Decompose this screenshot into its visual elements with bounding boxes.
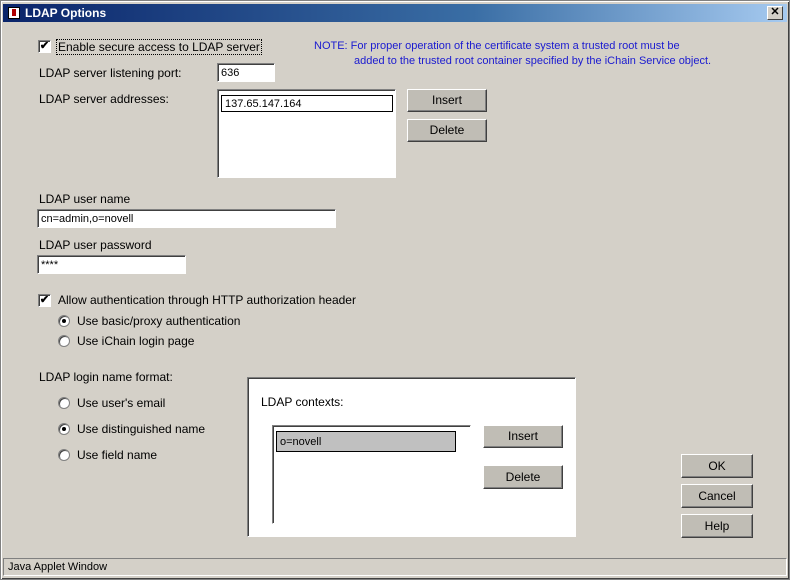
contexts-label: LDAP contexts: bbox=[261, 395, 344, 409]
addresses-list[interactable]: 137.65.147.164 bbox=[217, 89, 396, 178]
radio-basic-proxy[interactable] bbox=[58, 315, 70, 327]
window-title: LDAP Options bbox=[25, 6, 107, 20]
list-item[interactable]: 137.65.147.164 bbox=[221, 95, 393, 112]
list-item[interactable]: o=novell bbox=[276, 431, 456, 452]
radio-user-email[interactable] bbox=[58, 397, 70, 409]
http-auth-label[interactable]: Allow authentication through HTTP author… bbox=[58, 293, 356, 307]
cancel-button[interactable]: Cancel bbox=[681, 484, 753, 508]
secure-access-checkbox[interactable]: ✔ bbox=[38, 40, 51, 53]
addresses-delete-button[interactable]: Delete bbox=[407, 119, 487, 142]
radio-field-name[interactable] bbox=[58, 449, 70, 461]
radio-distinguished-name-label[interactable]: Use distinguished name bbox=[77, 422, 205, 436]
username-field[interactable] bbox=[37, 209, 336, 228]
radio-field-name-label[interactable]: Use field name bbox=[77, 448, 157, 462]
title-bar[interactable]: LDAP Options ✕ bbox=[3, 4, 787, 22]
close-icon[interactable]: ✕ bbox=[767, 6, 783, 20]
radio-basic-proxy-label[interactable]: Use basic/proxy authentication bbox=[77, 314, 240, 328]
contexts-insert-button[interactable]: Insert bbox=[483, 425, 563, 448]
login-format-label: LDAP login name format: bbox=[39, 370, 173, 384]
contexts-list[interactable]: o=novell bbox=[272, 425, 471, 524]
radio-ichain-login[interactable] bbox=[58, 335, 70, 347]
username-label: LDAP user name bbox=[39, 192, 131, 206]
password-field[interactable] bbox=[37, 255, 186, 274]
status-bar: Java Applet Window bbox=[3, 558, 787, 576]
secure-access-label[interactable]: Enable secure access to LDAP server bbox=[56, 39, 262, 55]
contexts-panel: LDAP contexts: o=novell Insert Delete bbox=[247, 377, 576, 537]
addresses-insert-button[interactable]: Insert bbox=[407, 89, 487, 112]
port-field[interactable] bbox=[217, 63, 275, 82]
contexts-delete-button[interactable]: Delete bbox=[483, 465, 563, 489]
ok-button[interactable]: OK bbox=[681, 454, 753, 478]
http-auth-checkbox[interactable]: ✔ bbox=[38, 294, 51, 307]
help-button[interactable]: Help bbox=[681, 514, 753, 538]
port-label: LDAP server listening port: bbox=[39, 66, 182, 80]
note-line-1: NOTE: For proper operation of the certif… bbox=[314, 40, 680, 52]
ldap-options-window: LDAP Options ✕ ✔ Enable secure access to… bbox=[0, 0, 790, 580]
note-line-2: added to the trusted root container spec… bbox=[354, 55, 712, 67]
password-label: LDAP user password bbox=[39, 238, 152, 252]
radio-distinguished-name[interactable] bbox=[58, 423, 70, 435]
radio-ichain-login-label[interactable]: Use iChain login page bbox=[77, 334, 194, 348]
applet-icon bbox=[8, 7, 20, 19]
radio-user-email-label[interactable]: Use user's email bbox=[77, 396, 165, 410]
addresses-label: LDAP server addresses: bbox=[39, 92, 169, 106]
